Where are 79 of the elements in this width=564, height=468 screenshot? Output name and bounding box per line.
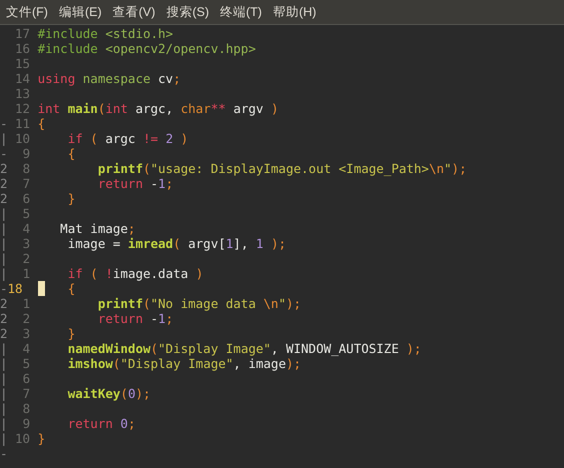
fold-marker: - <box>0 116 8 131</box>
menu-item[interactable]: 搜索(S) <box>166 2 209 22</box>
fold-marker: | <box>0 401 8 416</box>
fold-marker: | <box>0 236 8 251</box>
line-number: 11 <box>15 116 30 131</box>
fold-marker: | <box>0 356 8 371</box>
line-number: 8 <box>22 401 30 416</box>
code-line: int main(int argc, char** argv ) <box>38 101 278 116</box>
line-number: 2 <box>22 311 30 326</box>
line-number: 3 <box>22 326 30 341</box>
fold-marker: - <box>0 446 8 461</box>
menu-item[interactable]: 文件(F) <box>6 2 48 22</box>
code-line: namedWindow("Display Image", WINDOW_AUTOSIZE ); <box>66 341 422 356</box>
menu-item[interactable]: 编辑(E) <box>58 2 102 22</box>
fold-marker: | <box>0 386 8 401</box>
fold-marker: - <box>0 146 8 161</box>
code-line: printf("No image data \n"); <box>96 296 302 311</box>
line-number: 6 <box>22 371 30 386</box>
line-number: 13 <box>15 86 30 101</box>
fold-marker: 2 <box>0 191 8 206</box>
fold-marker: | <box>0 416 8 431</box>
line-number: 9 <box>22 146 30 161</box>
line-number: 4 <box>22 341 30 356</box>
line-number: 5 <box>22 206 30 221</box>
line-number: 14 <box>15 71 30 86</box>
code-line: { <box>38 116 46 131</box>
line-number: 9 <box>22 416 30 431</box>
line-number: 10 <box>15 431 30 446</box>
code-line: { <box>66 281 76 296</box>
line-number: 10 <box>15 131 30 146</box>
menu-item[interactable]: 查看(V) <box>112 2 156 22</box>
code-line: } <box>66 191 76 206</box>
line-number: 1 <box>22 296 30 311</box>
code-line: return -1; <box>96 176 174 191</box>
line-number: 15 <box>15 56 30 71</box>
code-line: if ( !image.data ) <box>66 266 204 281</box>
line-number: 16 <box>15 41 30 56</box>
code-line: imshow("Display Image", image); <box>66 356 302 371</box>
line-number: 3 <box>22 236 30 251</box>
menu-item[interactable]: 终端(T) <box>220 2 262 22</box>
line-number: 5 <box>22 356 30 371</box>
fold-marker: 2 <box>0 176 8 191</box>
fold-marker: | <box>0 371 8 386</box>
fold-marker: | <box>0 266 8 281</box>
line-number: 12 <box>15 101 30 116</box>
line-number: 18 <box>8 281 23 296</box>
code-line: } <box>66 326 76 341</box>
code-line: waitKey(0); <box>66 386 151 401</box>
fold-marker: 2 <box>0 161 8 176</box>
code-line: return 0; <box>66 416 136 431</box>
code-line: if ( argc != 2 ) <box>66 131 188 146</box>
fold-marker: - <box>0 281 8 296</box>
code-line: } <box>38 431 46 446</box>
menu-item[interactable]: 帮助(H) <box>272 2 316 22</box>
line-number: 6 <box>22 191 30 206</box>
code-line: #include <stdio.h> <box>38 26 174 41</box>
code-line: Mat image; <box>59 221 136 236</box>
line-number: 1 <box>22 266 30 281</box>
line-number: 8 <box>22 161 30 176</box>
line-number: 4 <box>22 221 30 236</box>
fold-marker: | <box>0 221 8 236</box>
fold-marker: 2 <box>0 296 8 311</box>
code-line: #include <opencv2/opencv.hpp> <box>38 41 256 56</box>
code-line: image = imread( argv[1], 1 ); <box>66 236 286 251</box>
line-number: 7 <box>22 176 30 191</box>
fold-marker: | <box>0 251 8 266</box>
fold-marker: | <box>0 131 8 146</box>
code-line: { <box>66 146 76 161</box>
fold-marker: | <box>0 206 8 221</box>
fold-marker: | <box>0 341 8 356</box>
fold-marker: 2 <box>0 326 8 341</box>
code-line: using namespace cv; <box>38 71 181 86</box>
line-number: 2 <box>22 251 30 266</box>
fold-marker: | <box>0 431 8 446</box>
line-number: 17 <box>15 26 30 41</box>
code-line: printf("usage: DisplayImage.out <Image_Path>\n"); <box>96 161 467 176</box>
fold-marker: 2 <box>0 311 8 326</box>
code-line: return -1; <box>96 311 174 326</box>
line-number: 7 <box>22 386 30 401</box>
